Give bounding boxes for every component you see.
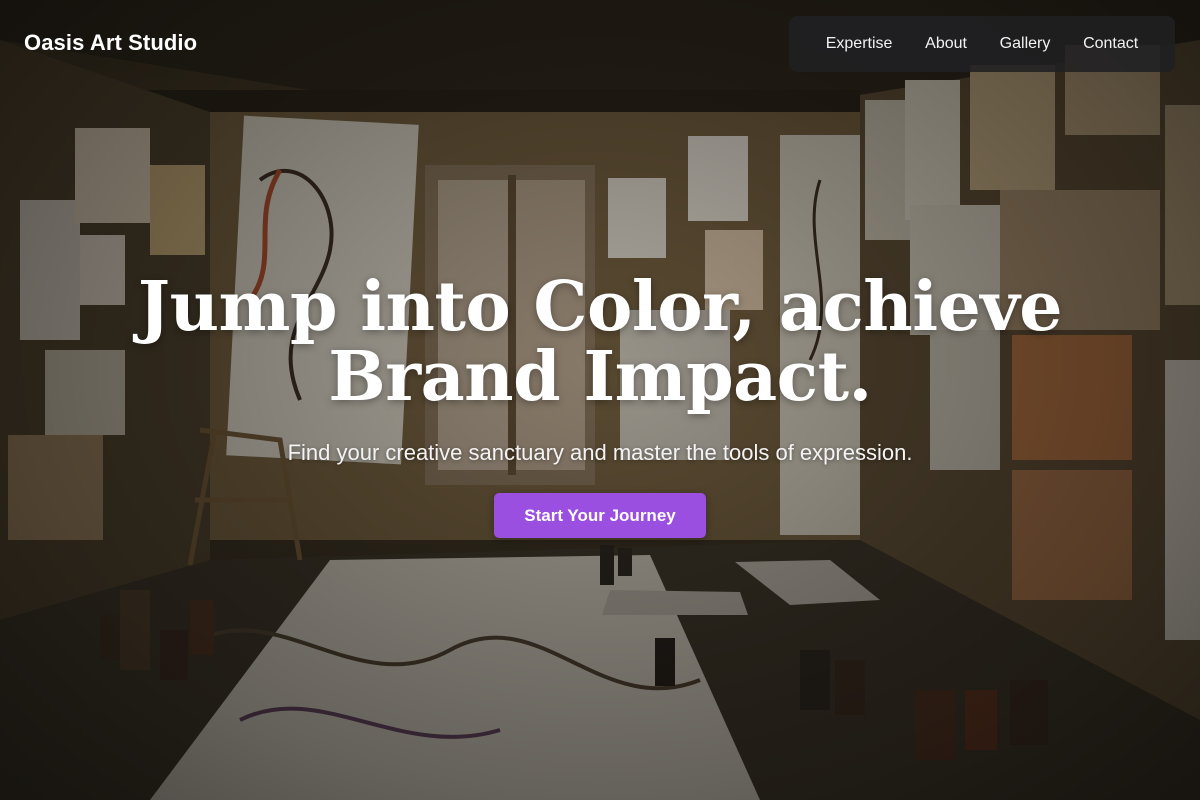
nav-link-about[interactable]: About xyxy=(917,29,975,59)
nav-link-gallery[interactable]: Gallery xyxy=(992,29,1059,59)
start-journey-button[interactable]: Start Your Journey xyxy=(494,493,706,538)
hero-title: Jump into Color, achieve Brand Impact. xyxy=(100,272,1100,412)
brand-logo[interactable]: Oasis Art Studio xyxy=(24,30,197,56)
main-nav: Expertise About Gallery Contact xyxy=(789,16,1175,72)
hero-subtitle: Find your creative sanctuary and master … xyxy=(287,440,913,465)
nav-link-expertise[interactable]: Expertise xyxy=(818,29,901,59)
nav-link-contact[interactable]: Contact xyxy=(1075,29,1146,59)
hero-title-line1: Jump into Color, achieve xyxy=(137,267,1063,347)
hero-title-line2: Brand Impact. xyxy=(328,337,872,417)
